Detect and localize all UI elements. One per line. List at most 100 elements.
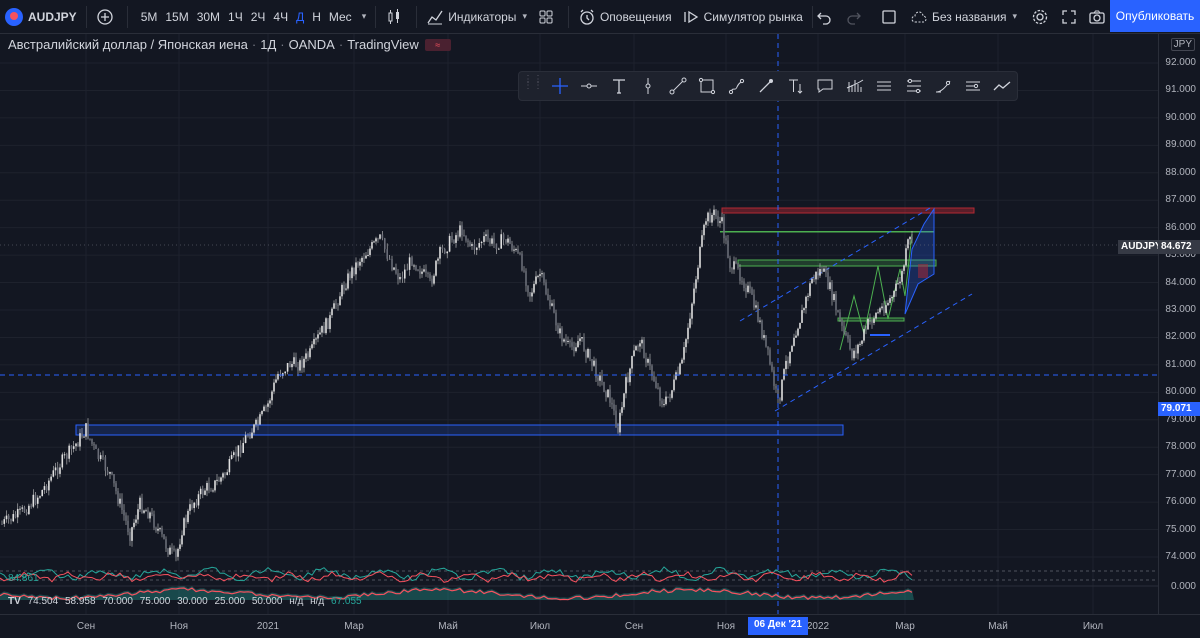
- candle-body: [849, 338, 851, 350]
- candle-body: [347, 273, 349, 289]
- vertical-line-tool[interactable]: [634, 72, 664, 100]
- candle-body: [137, 509, 139, 520]
- candle-body: [821, 269, 823, 272]
- long-position-tool[interactable]: [870, 72, 900, 100]
- settings-button[interactable]: [1026, 0, 1058, 34]
- green-level-upper[interactable]: [720, 231, 934, 233]
- time-scale[interactable]: Сен Ноя 2021 Мар Май Июл Сен Ноя 2022 Ма…: [0, 614, 1200, 638]
- candle-body: [335, 303, 337, 305]
- candle-body: [723, 217, 725, 239]
- timeframe-4h[interactable]: 4Ч: [269, 10, 292, 24]
- candle-body: [226, 472, 228, 475]
- candle-body: [827, 272, 829, 290]
- text-tool[interactable]: [604, 72, 634, 100]
- candle-body: [63, 454, 66, 456]
- timeframe-15m[interactable]: 15М: [161, 10, 192, 24]
- candle-body: [631, 355, 633, 369]
- candle-body: [545, 282, 547, 295]
- crosshair-price-tag: 79.071: [1158, 402, 1200, 416]
- resistance-zone-rectangle[interactable]: [721, 207, 975, 214]
- short-position-tool[interactable]: [899, 72, 929, 100]
- symbol-search-button[interactable]: AUDJPY: [0, 0, 82, 34]
- candle-body: [45, 486, 48, 491]
- candle-body: [561, 328, 563, 342]
- chart-canvas[interactable]: [0, 34, 1158, 614]
- brush-tool[interactable]: [722, 72, 752, 100]
- price-tick: 83.000: [1165, 304, 1196, 315]
- chart-type-button[interactable]: [380, 0, 412, 34]
- time-tick: Сен: [624, 621, 644, 632]
- fullscreen-select-button[interactable]: [875, 0, 907, 34]
- callout-tool[interactable]: [811, 72, 841, 100]
- candle-body: [909, 236, 911, 240]
- candle-body: [901, 270, 903, 282]
- candle-body: [183, 518, 185, 536]
- candle-body: [161, 528, 163, 535]
- path-tool[interactable]: [988, 72, 1018, 100]
- pencil-tool[interactable]: [752, 72, 782, 100]
- candle-body: [197, 494, 200, 506]
- ruler-tool[interactable]: [958, 72, 988, 100]
- candle-body: [661, 400, 663, 405]
- wave-pattern-line[interactable]: [839, 233, 913, 351]
- channel-lower-line[interactable]: [774, 293, 973, 412]
- candle-body: [401, 276, 404, 279]
- compare-add-button[interactable]: [91, 0, 123, 34]
- candle-body: [139, 497, 141, 510]
- candle-body: [502, 234, 505, 240]
- timeframe-2h[interactable]: 2Ч: [247, 10, 270, 24]
- publish-button[interactable]: Опубликовать: [1110, 0, 1200, 32]
- fib-tool[interactable]: [929, 72, 959, 100]
- layout-menu-button[interactable]: Без названия ▾: [905, 0, 1022, 34]
- candle-body: [625, 377, 627, 394]
- candle-body: [75, 443, 77, 447]
- candle-body: [480, 241, 483, 244]
- rectangle-tool[interactable]: [693, 72, 723, 100]
- candle-body: [478, 243, 480, 248]
- candle-body: [247, 435, 249, 437]
- candle-body: [767, 346, 769, 350]
- horizontal-ray-tool[interactable]: [575, 72, 605, 100]
- candle-body: [384, 238, 386, 250]
- undo-button[interactable]: [810, 0, 842, 34]
- currency-badge[interactable]: JPY: [1170, 38, 1195, 51]
- candle-body: [527, 285, 529, 293]
- candle-body: [115, 483, 117, 492]
- drag-handle-icon[interactable]: ⋮⋮ ⋮⋮: [523, 75, 543, 95]
- timeframe-5m[interactable]: 5М: [137, 10, 162, 24]
- candle-body: [771, 364, 773, 371]
- timeframe-1h[interactable]: 1Ч: [224, 10, 247, 24]
- blue-level-marker[interactable]: [870, 334, 890, 336]
- indicator-value: 30.000: [177, 596, 208, 607]
- indicators-label: Индикаторы: [448, 9, 517, 24]
- trend-line-tool[interactable]: [663, 72, 693, 100]
- candle-body: [619, 412, 621, 433]
- redo-button[interactable]: [840, 0, 872, 34]
- legend-toggle-button[interactable]: ≈: [424, 38, 451, 51]
- candle-body: [887, 302, 889, 306]
- support-zone-rectangle[interactable]: [75, 424, 844, 436]
- timeframe-dropdown-icon[interactable]: ▾: [362, 11, 367, 22]
- alerts-button[interactable]: Оповещения: [573, 0, 677, 34]
- candle-body: [145, 510, 147, 512]
- candle-body: [557, 325, 559, 334]
- time-tick: Ноя: [169, 621, 189, 632]
- indicators-button[interactable]: Индикаторы ▾: [421, 0, 532, 34]
- candle-body: [297, 366, 299, 371]
- timeframe-week[interactable]: Н: [308, 10, 325, 24]
- candle-body: [66, 454, 68, 459]
- candle-body: [773, 370, 775, 386]
- candle-body: [817, 271, 819, 276]
- templates-button[interactable]: [532, 0, 564, 34]
- timeframe-day[interactable]: Д: [292, 10, 308, 24]
- chart-legend-title[interactable]: Австралийский доллар / Японская иена · 1…: [8, 37, 451, 52]
- timeframe-month[interactable]: Мес: [325, 10, 356, 24]
- candle-body: [361, 257, 363, 262]
- candle-body: [56, 467, 59, 474]
- volume-profile-tool[interactable]: [840, 72, 870, 100]
- crosshair-tool[interactable]: [545, 72, 575, 100]
- timeframe-30m[interactable]: 30М: [193, 10, 224, 24]
- anchored-text-tool[interactable]: [781, 72, 811, 100]
- red-marker: [918, 264, 928, 278]
- replay-button[interactable]: Симулятор рынка: [677, 0, 808, 34]
